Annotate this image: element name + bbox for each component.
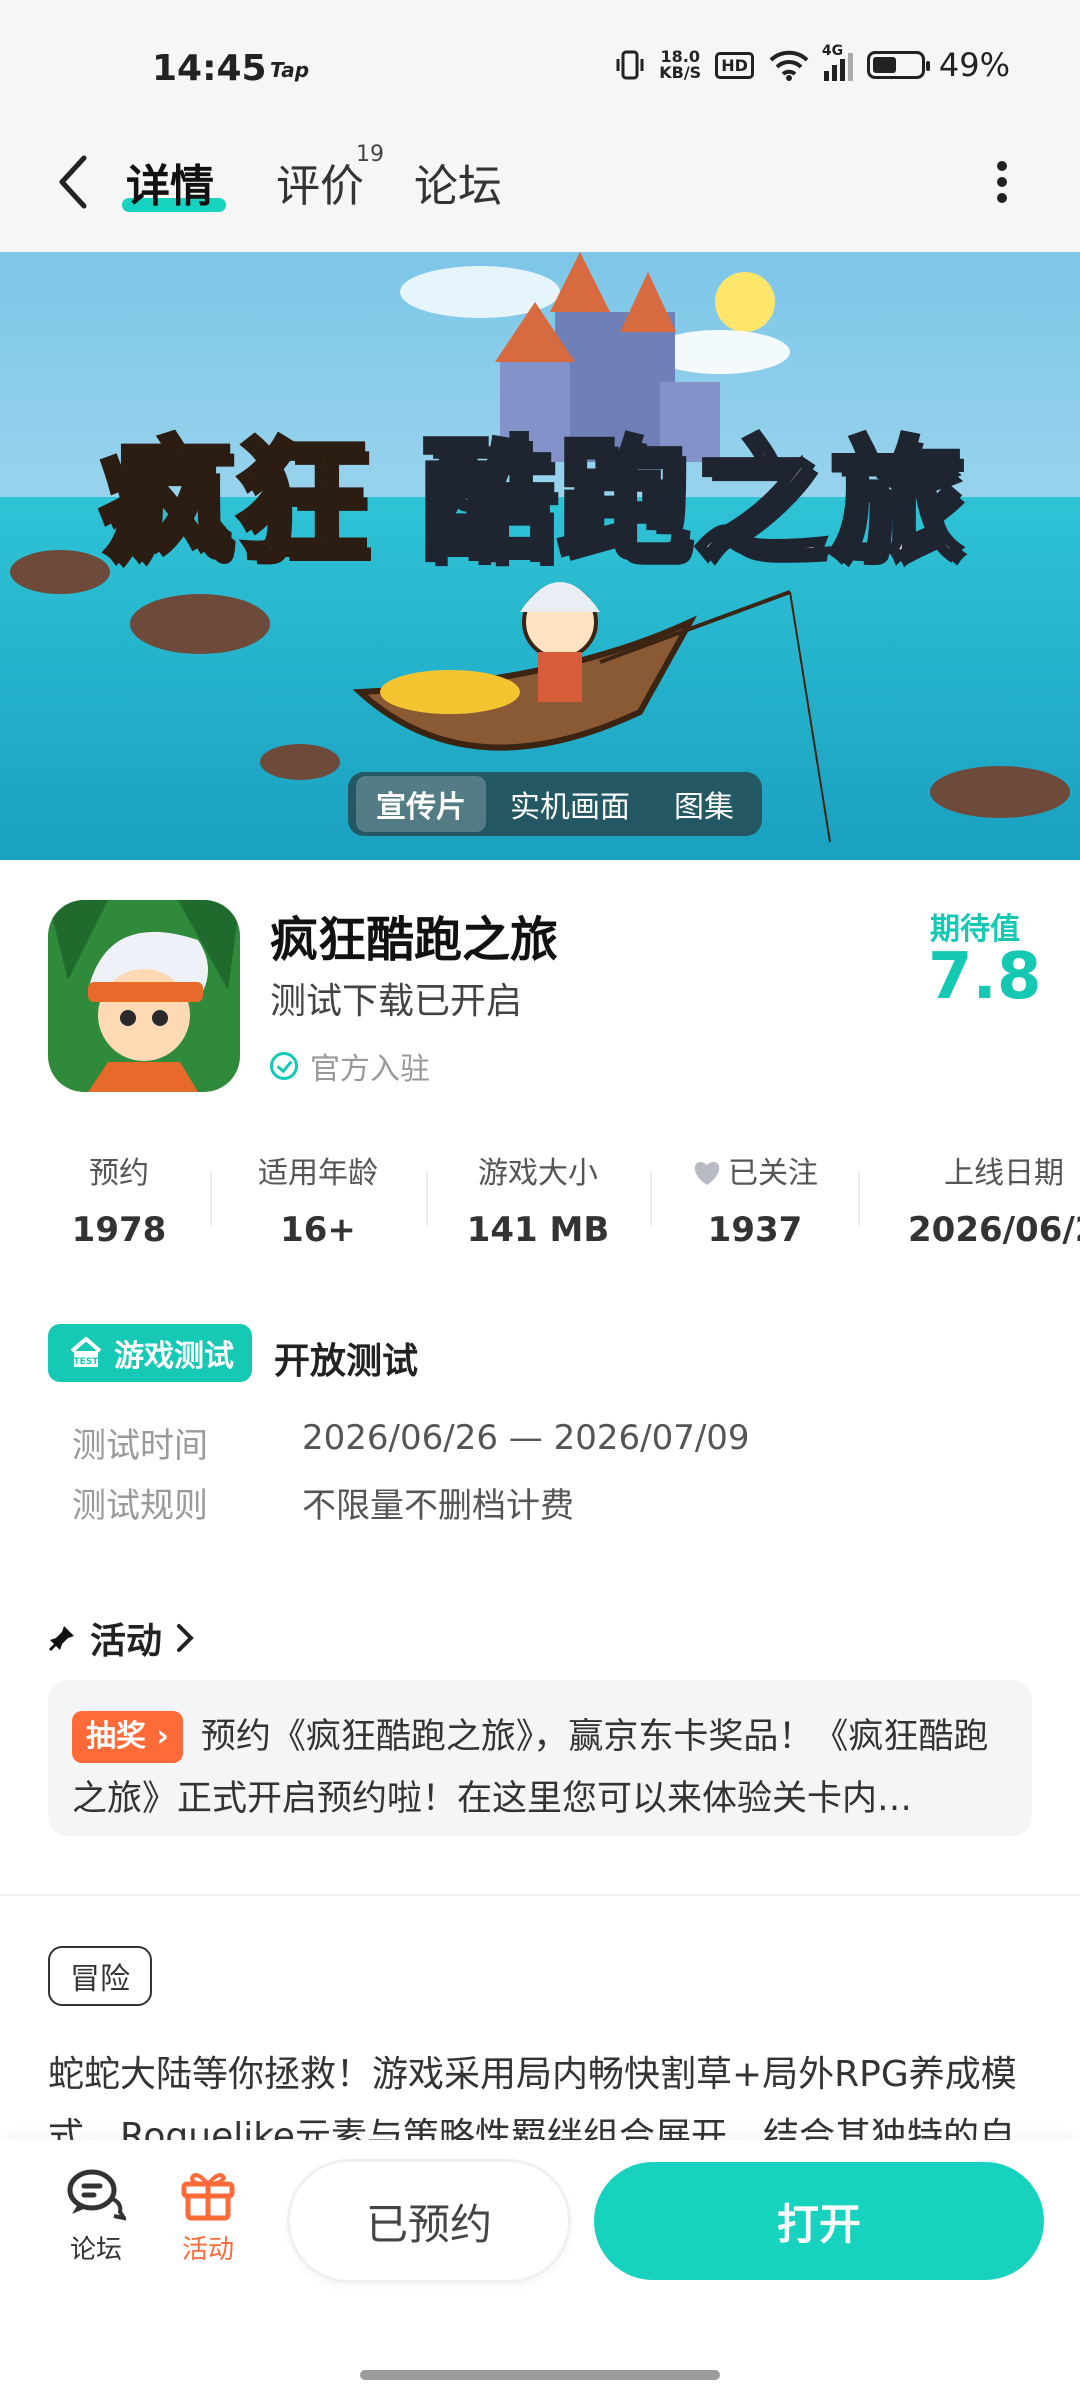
stat-divider [650, 1170, 652, 1226]
section-divider [0, 1894, 1080, 1896]
status-icons: 18.0 KB/S HD 4G 49% [615, 43, 1010, 84]
stat-label: 上线日期 [944, 1156, 1064, 1191]
game-test-badge: TEST 游戏测试 [48, 1324, 252, 1382]
stat-divider [210, 1170, 212, 1226]
stat-value: 2026/06/2 [908, 1210, 1080, 1250]
open-button[interactable]: 打开 [594, 2162, 1044, 2280]
stat-divider [426, 1170, 428, 1226]
tab-reviews[interactable]: 评价 [276, 150, 364, 214]
net-speed: 18.0 KB/S [659, 49, 701, 81]
game-avatar [48, 900, 240, 1092]
cell-signal-icon: 4G [822, 43, 853, 81]
test-icon-text: TEST [74, 1357, 100, 1367]
verified-check-icon [270, 1052, 298, 1080]
game-title: 疯狂酷跑之旅 [270, 912, 559, 968]
activity-content[interactable]: 抽奖 › 预约《疯狂酷跑之旅》，赢京东卡奖品！《疯狂酷跑之旅》正式开启预约啦！在这… [72, 1706, 992, 1830]
pin-icon [48, 1626, 74, 1652]
bottom-activity[interactable]: 活动 [168, 2168, 248, 2266]
bottom-forum[interactable]: 论坛 [56, 2168, 136, 2266]
lottery-tag: 抽奖 › [72, 1711, 183, 1763]
battery-icon [866, 51, 930, 79]
stat-value: 1978 [71, 1210, 167, 1250]
test-type: 开放测试 [274, 1341, 419, 1382]
lottery-tag-label: 抽奖 [86, 1719, 146, 1754]
home-indicator[interactable] [360, 2370, 720, 2380]
stat-label: 适用年龄 [258, 1156, 378, 1191]
reviews-count: 19 [356, 142, 384, 167]
more-options-icon[interactable] [996, 160, 1008, 204]
net-speed-unit: KB/S [659, 63, 702, 82]
hero-title-part1: 疯狂 [97, 422, 372, 582]
battery-percent: 49% [938, 46, 1010, 84]
stat-label: 预约 [89, 1156, 149, 1191]
media-tabs: 宣传片 实机画面 图集 [348, 772, 762, 836]
genre-tag[interactable]: 冒险 [48, 1946, 152, 2006]
stat-followed[interactable]: 已关注 1937 [670, 1148, 840, 1250]
stat-game-size: 游戏大小 141 MB [446, 1148, 630, 1250]
test-time-value: 2026/06/26 — 2026/07/09 [302, 1418, 750, 1458]
hd-icon: HD [715, 51, 754, 79]
test-time-label: 测试时间 [72, 1426, 208, 1466]
vibrate-icon [616, 50, 644, 80]
stat-reservations: 预约 1978 [48, 1148, 190, 1250]
stat-divider [858, 1170, 860, 1226]
hero-title: 疯狂 酷跑之旅 [97, 395, 966, 586]
official-badge: 官方入驻 [270, 1044, 430, 1088]
back-arrow-icon[interactable] [52, 150, 92, 214]
media-tab-gameplay[interactable]: 实机画面 [490, 776, 650, 832]
activity-title: 活动 [90, 1621, 163, 1662]
test-rule-label: 测试规则 [72, 1486, 208, 1526]
chevron-right-icon [177, 1624, 194, 1652]
stat-value: 141 MB [466, 1210, 610, 1250]
stat-label: 已关注 [728, 1156, 818, 1191]
media-tab-gallery[interactable]: 图集 [654, 776, 754, 832]
test-icon: TEST [70, 1336, 102, 1367]
signal-type: 4G [821, 43, 844, 59]
heart-icon [694, 1161, 720, 1185]
stat-value: 16+ [280, 1210, 356, 1250]
stat-value: 1937 [707, 1210, 803, 1250]
stat-release-date: 上线日期 2026/06/2 [880, 1148, 1080, 1250]
status-time: 14:45 [152, 48, 267, 89]
bottom-forum-label: 论坛 [69, 2235, 122, 2265]
test-badge-label: 游戏测试 [114, 1339, 234, 1374]
wifi-icon [769, 50, 809, 81]
tab-forum[interactable]: 论坛 [414, 150, 502, 214]
stat-age-rating: 适用年龄 16+ [230, 1148, 406, 1250]
media-tab-trailer[interactable]: 宣传片 [356, 776, 486, 832]
activity-text: 预约《疯狂酷跑之旅》，赢京东卡奖品！《疯狂酷跑之旅》正式开启预约啦！在这里您可以… [72, 1717, 989, 1819]
official-label: 官方入驻 [310, 1052, 430, 1087]
activity-header[interactable]: 活动 [48, 1612, 194, 1664]
tab-details[interactable]: 详情 [126, 150, 214, 214]
status-app-badge: Tap [270, 58, 310, 82]
reserved-button[interactable]: 已预约 [290, 2162, 568, 2280]
hero-title-part2: 酷跑之旅 [419, 422, 966, 582]
stat-label: 游戏大小 [478, 1156, 598, 1191]
stat-label-wrap: 已关注 [670, 1148, 840, 1192]
gift-icon [181, 2173, 235, 2221]
game-subtitle: 测试下载已开启 [270, 981, 523, 1022]
forum-icon [67, 2169, 129, 2221]
bottom-activity-label: 活动 [181, 2235, 234, 2265]
test-rule-value: 不限量不删档计费 [302, 1486, 574, 1526]
expectation-value: 7.8 [928, 940, 1042, 1014]
game-app-icon[interactable] [48, 900, 240, 1092]
